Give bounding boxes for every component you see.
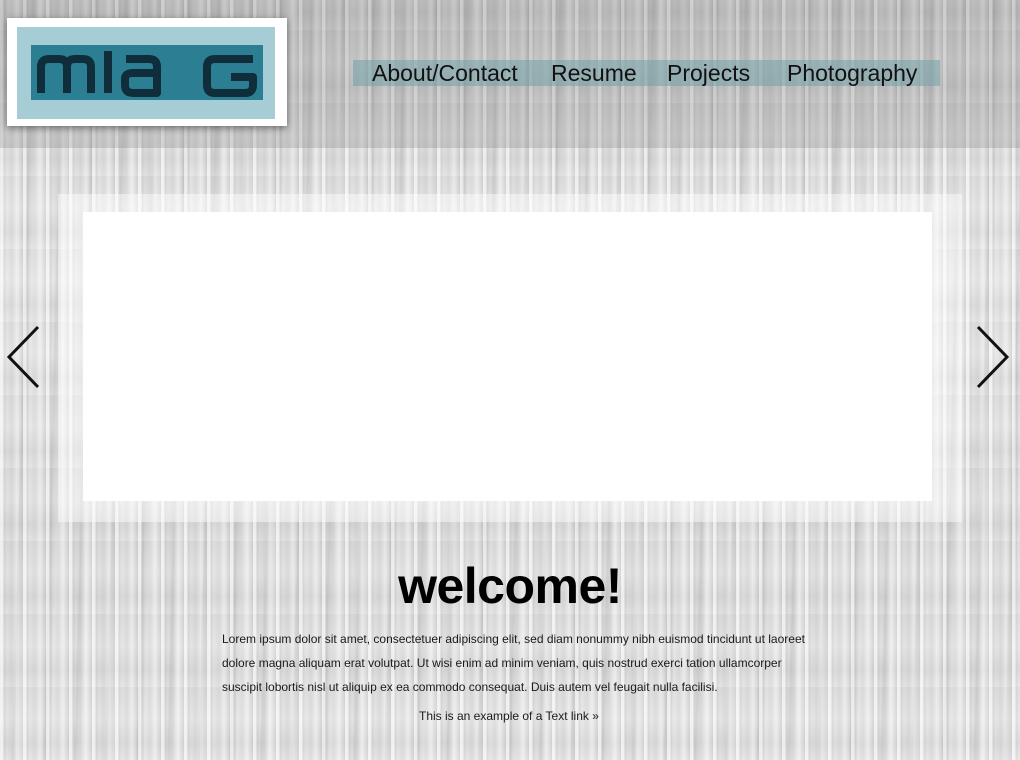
slider-prev-button[interactable]	[5, 324, 41, 390]
chevron-left-icon	[6, 325, 40, 389]
intro-paragraph: Lorem ipsum dolor sit amet, consectetuer…	[222, 632, 805, 694]
text-link[interactable]: Text link »	[546, 709, 599, 723]
welcome-heading: welcome!	[398, 558, 622, 614]
text-link-prefix: This is an example of a	[419, 709, 546, 723]
text-link-line: This is an example of a Text link »	[419, 706, 599, 726]
slider-next-button[interactable]	[975, 324, 1011, 390]
slideshow-image	[83, 212, 932, 501]
chevron-right-icon	[976, 325, 1010, 389]
nav-item-about-contact[interactable]: About/Contact	[372, 59, 518, 87]
nav-item-resume[interactable]: Resume	[551, 59, 637, 87]
logo-mat	[17, 27, 275, 119]
logo-wordmark	[37, 51, 257, 97]
logo-plate	[31, 45, 263, 100]
nav-item-photography[interactable]: Photography	[787, 59, 917, 87]
site-logo[interactable]	[7, 18, 287, 126]
nav-item-projects[interactable]: Projects	[667, 59, 750, 87]
